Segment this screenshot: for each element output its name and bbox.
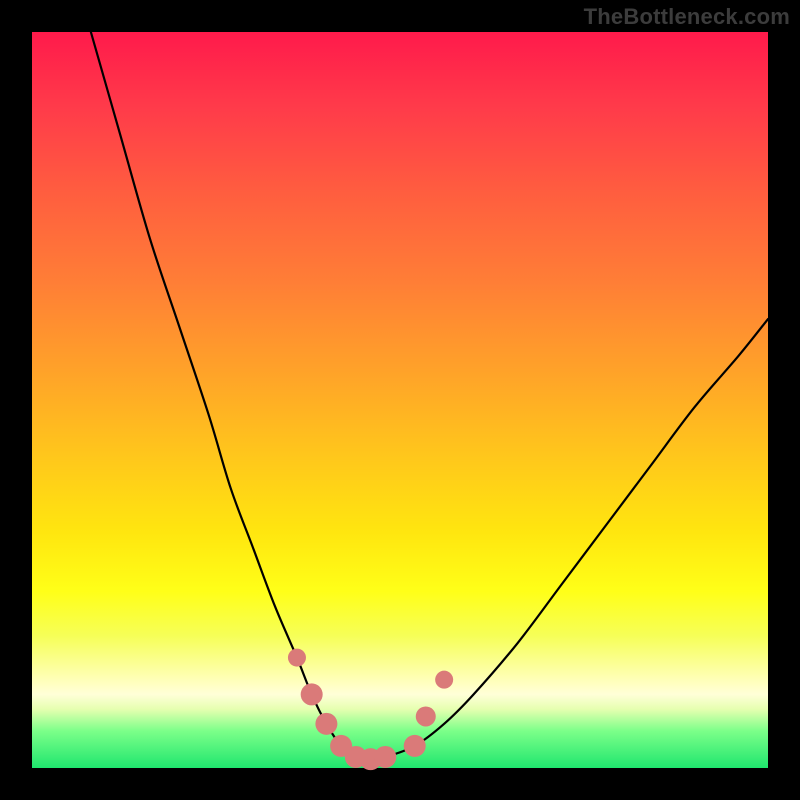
- plot-area: [32, 32, 768, 768]
- highlight-dot: [345, 746, 367, 768]
- highlight-dot: [404, 735, 426, 757]
- highlight-dot: [301, 683, 323, 705]
- bottleneck-curve: [91, 32, 768, 759]
- highlight-dot: [374, 746, 396, 768]
- highlight-dot: [288, 649, 306, 667]
- highlight-dot: [330, 735, 352, 757]
- highlight-dot: [416, 706, 436, 726]
- chart-svg: [32, 32, 768, 768]
- watermark-text: TheBottleneck.com: [584, 4, 790, 30]
- chart-frame: TheBottleneck.com: [0, 0, 800, 800]
- highlight-dot: [360, 748, 382, 770]
- highlight-dots: [288, 649, 453, 771]
- highlight-dot: [315, 713, 337, 735]
- highlight-dot: [435, 671, 453, 689]
